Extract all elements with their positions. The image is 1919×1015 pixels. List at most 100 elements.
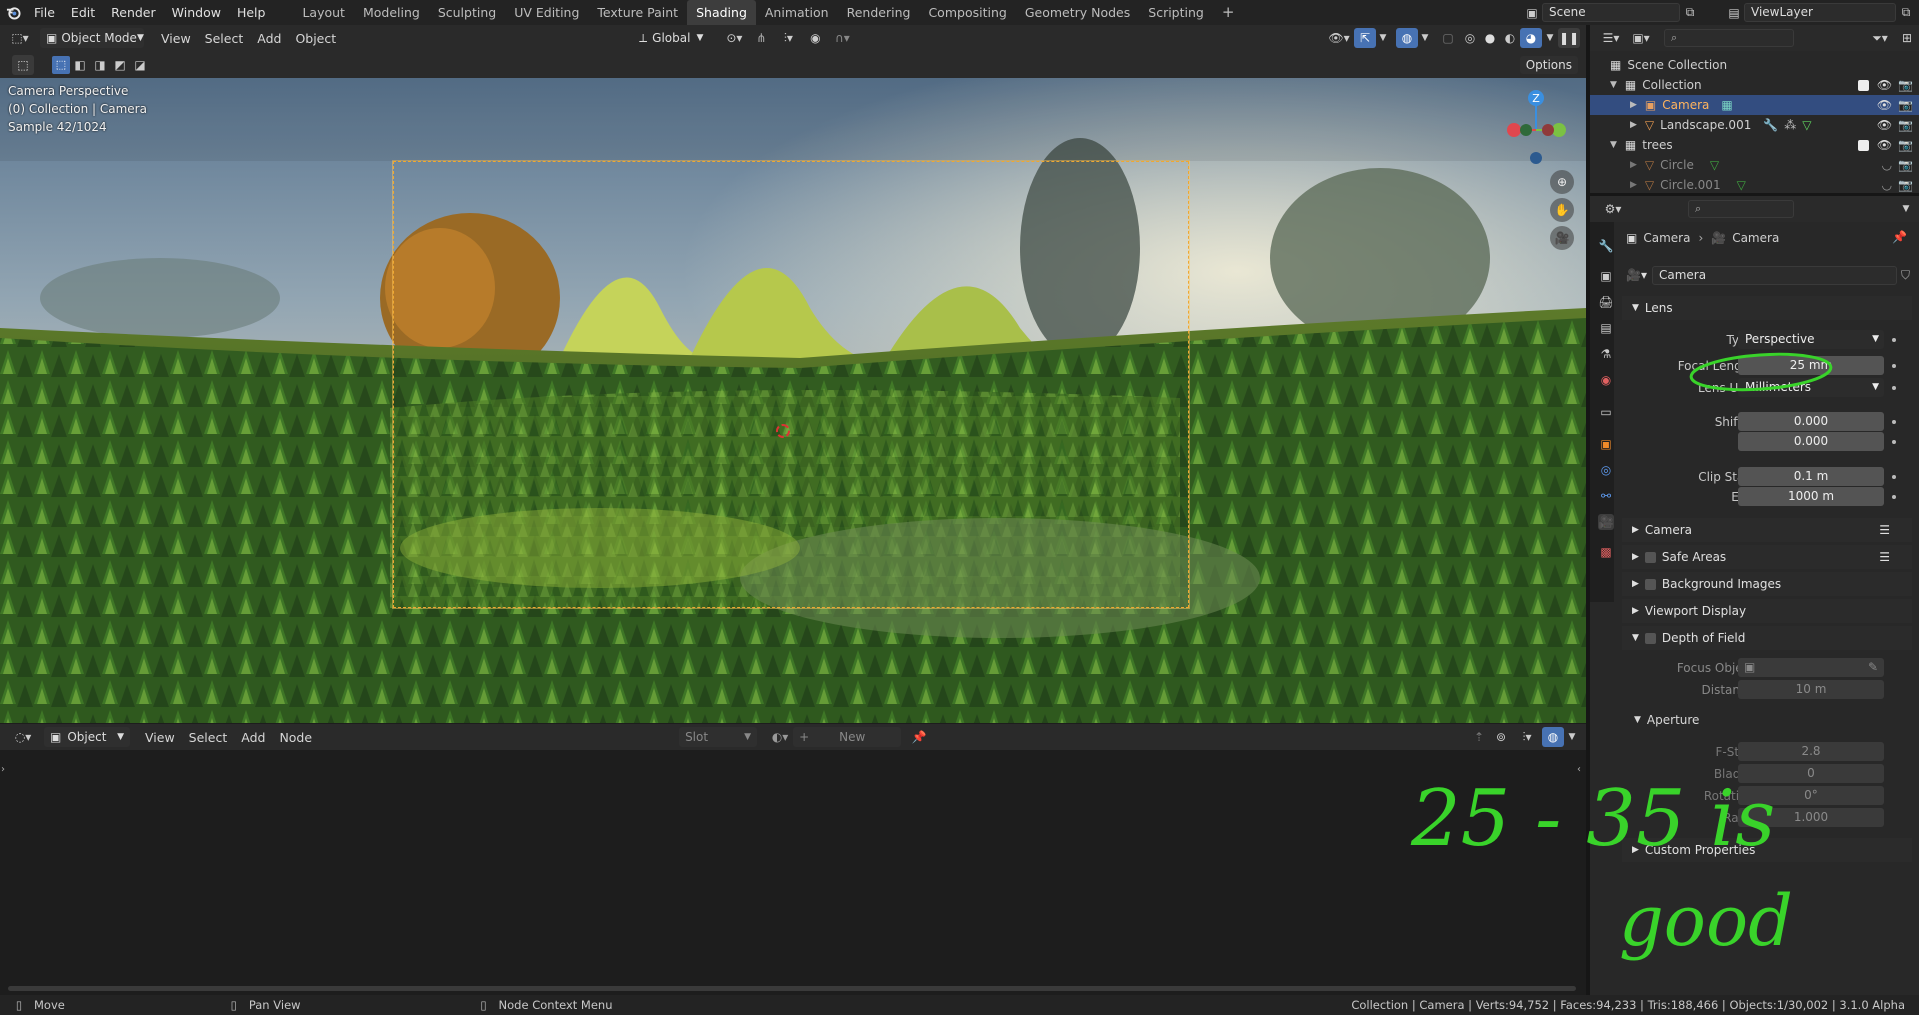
fake-user-shield-icon[interactable]: ⛉ (1901, 268, 1910, 283)
camera-render-icon[interactable]: 📷 (1898, 178, 1913, 192)
keyframe-dot-icon[interactable] (1892, 475, 1896, 479)
node-menu-node[interactable]: Node (272, 730, 319, 745)
menu-add[interactable]: Add (250, 31, 288, 46)
particles-icon[interactable]: ⁂ (1784, 118, 1796, 132)
gizmo-dropdown-icon[interactable]: ▼ (1376, 33, 1390, 43)
snap-node-target-icon[interactable]: ⫶▾ (1512, 730, 1542, 745)
camera-name-field[interactable]: Camera (1652, 265, 1897, 285)
modifier-wrench-icon[interactable]: 🔧 (1763, 118, 1778, 132)
pivot-point-icon[interactable]: ⊙▾ (719, 31, 749, 45)
menu-select[interactable]: Select (198, 31, 251, 46)
tab-animation[interactable]: Animation (756, 0, 838, 25)
xray-icon[interactable]: ▢ (1436, 31, 1460, 45)
menu-object[interactable]: Object (288, 31, 343, 46)
chevron-down-icon[interactable]: ▼ (1610, 80, 1617, 90)
mesh-data-icon[interactable]: ▽ (1737, 178, 1746, 192)
presets-list-icon[interactable]: ☰ (1879, 523, 1890, 537)
menu-help[interactable]: Help (229, 0, 274, 25)
pan-hand-icon[interactable]: ✋ (1550, 198, 1574, 222)
clip-end-field[interactable]: 1000 m (1738, 487, 1884, 506)
menu-edit[interactable]: Edit (63, 0, 103, 25)
gizmo-toggle-icon[interactable]: ⇱ (1354, 28, 1376, 48)
snap-node-icon[interactable]: ⊚ (1490, 730, 1512, 744)
eye-closed-icon[interactable]: ◡ (1882, 178, 1892, 192)
clip-start-field[interactable]: 0.1 m (1738, 467, 1884, 486)
shading-dropdown-icon[interactable]: ▼ (1542, 33, 1558, 43)
select-mode-invert-icon[interactable]: ◩ (110, 58, 130, 72)
menu-view[interactable]: View (154, 31, 198, 46)
snap-icon[interactable]: ⋔ (749, 31, 773, 45)
checkbox-icon[interactable] (1857, 79, 1869, 91)
object-tab-icon[interactable]: ▣ (1598, 436, 1614, 452)
fstop-field[interactable]: 2.8 (1738, 742, 1884, 761)
rotation-field[interactable]: 0° (1738, 786, 1884, 805)
eye-icon[interactable]: 👁 (1877, 118, 1892, 132)
properties-search-input[interactable]: ⌕ (1688, 200, 1794, 218)
camera-panel-header[interactable]: ▶ Camera ☰ (1622, 518, 1912, 542)
viewport-3d[interactable]: Camera Perspective (0) Collection | Came… (0, 78, 1586, 723)
menu-file[interactable]: File (26, 0, 63, 25)
lens-unit-dropdown[interactable]: Millimeters ▼ (1738, 378, 1884, 397)
pin-icon[interactable]: 📌 (1892, 230, 1907, 244)
shift-x-field[interactable]: 0.000 (1738, 412, 1884, 431)
world-tab-icon[interactable]: ◉ (1598, 372, 1614, 388)
viewlayer-selector[interactable]: ▤ ViewLayer ⧉ (1724, 2, 1916, 23)
keyframe-dot-icon[interactable] (1892, 364, 1896, 368)
menu-render[interactable]: Render (103, 0, 164, 25)
new-viewlayer-icon[interactable]: ⧉ (1896, 5, 1916, 20)
zoom-icon[interactable]: ⊕ (1550, 170, 1574, 194)
tab-shading[interactable]: Shading (687, 0, 756, 25)
tab-modeling[interactable]: Modeling (354, 0, 429, 25)
scene-name-field[interactable]: Scene (1542, 3, 1680, 22)
editor-type-icon[interactable]: ⬚▾ (6, 31, 34, 45)
outliner-row-camera[interactable]: ▶ ▣ Camera ▦ 👁 📷 (1590, 95, 1919, 115)
lens-type-dropdown[interactable]: Perspective ▼ (1738, 330, 1884, 349)
eye-icon[interactable]: 👁 (1877, 98, 1892, 112)
node-overlay-icon[interactable]: ◍ (1542, 727, 1564, 747)
node-menu-view[interactable]: View (138, 730, 182, 745)
outliner-editor-type-icon[interactable]: ☰▾ (1596, 31, 1626, 45)
overlays-dropdown-icon[interactable]: ▼ (1418, 33, 1432, 43)
select-tool-icon[interactable]: ⬚ (12, 54, 34, 75)
3d-cursor-icon[interactable] (776, 424, 790, 438)
outliner-row-landscape[interactable]: ▶ ▽ Landscape.001 🔧 ⁂ ▽ 👁 📷 (1590, 115, 1919, 135)
camera-data-icon[interactable]: ▦ (1721, 98, 1732, 112)
filter-icon[interactable]: ⏷▾ (1865, 31, 1895, 46)
blades-field[interactable]: 0 (1738, 764, 1884, 783)
camera-data-tab-icon[interactable]: 🎥 (1598, 514, 1614, 530)
presets-list-icon[interactable]: ☰ (1879, 550, 1890, 564)
shader-context-dropdown[interactable]: ▣ Object ▼ (44, 727, 130, 747)
chevron-right-icon[interactable]: ▶ (1630, 120, 1637, 130)
blender-logo-icon[interactable] (0, 0, 26, 25)
new-scene-icon[interactable]: ⧉ (1680, 5, 1700, 20)
wireframe-shading-icon[interactable]: ◎ (1460, 31, 1480, 45)
distance-field[interactable]: 10 m (1738, 680, 1884, 699)
viewlayer-name-field[interactable]: ViewLayer (1744, 3, 1896, 22)
properties-editor-type-icon[interactable]: ⚙▾ (1598, 202, 1628, 216)
checkbox-icon[interactable] (1857, 139, 1869, 151)
select-mode-extend-icon[interactable]: ◧ (70, 58, 90, 72)
focus-object-field[interactable]: ▣ ✎ (1738, 658, 1884, 677)
select-mode-new-icon[interactable]: ⬚ (52, 55, 70, 74)
focal-length-field[interactable]: 25 mm (1738, 356, 1884, 375)
lens-panel-header[interactable]: ▼ Lens (1622, 296, 1912, 320)
tab-layout[interactable]: Layout (293, 0, 354, 25)
camera-render-icon[interactable]: 📷 (1898, 158, 1913, 172)
depth-of-field-panel-header[interactable]: ▼ Depth of Field (1622, 626, 1912, 650)
texture-tab-icon[interactable]: ▩ (1598, 544, 1614, 560)
custom-properties-panel-header[interactable]: ▶ Custom Properties (1622, 838, 1912, 862)
ratio-field[interactable]: 1.000 (1738, 808, 1884, 827)
keyframe-dot-icon[interactable] (1892, 440, 1896, 444)
tool-tab-icon[interactable]: 🔧 (1598, 238, 1614, 254)
aperture-subpanel-header[interactable]: ▼ Aperture (1634, 710, 1699, 730)
keyframe-dot-icon[interactable] (1892, 495, 1896, 499)
navigation-gizmo[interactable]: Z (1496, 84, 1576, 164)
camera-view-icon[interactable]: 🎥 (1550, 226, 1574, 250)
keyframe-dot-icon[interactable] (1892, 420, 1896, 424)
eye-closed-icon[interactable]: ◡ (1882, 158, 1892, 172)
physics-tab-icon[interactable]: ◎ (1598, 462, 1614, 478)
chevron-right-icon[interactable]: ▶ (1630, 160, 1637, 170)
constraints-tab-icon[interactable]: ⚯ (1598, 488, 1614, 504)
proportional-edit-icon[interactable]: ◉ (803, 31, 827, 45)
node-overlay-dropdown-icon[interactable]: ▼ (1564, 732, 1580, 742)
